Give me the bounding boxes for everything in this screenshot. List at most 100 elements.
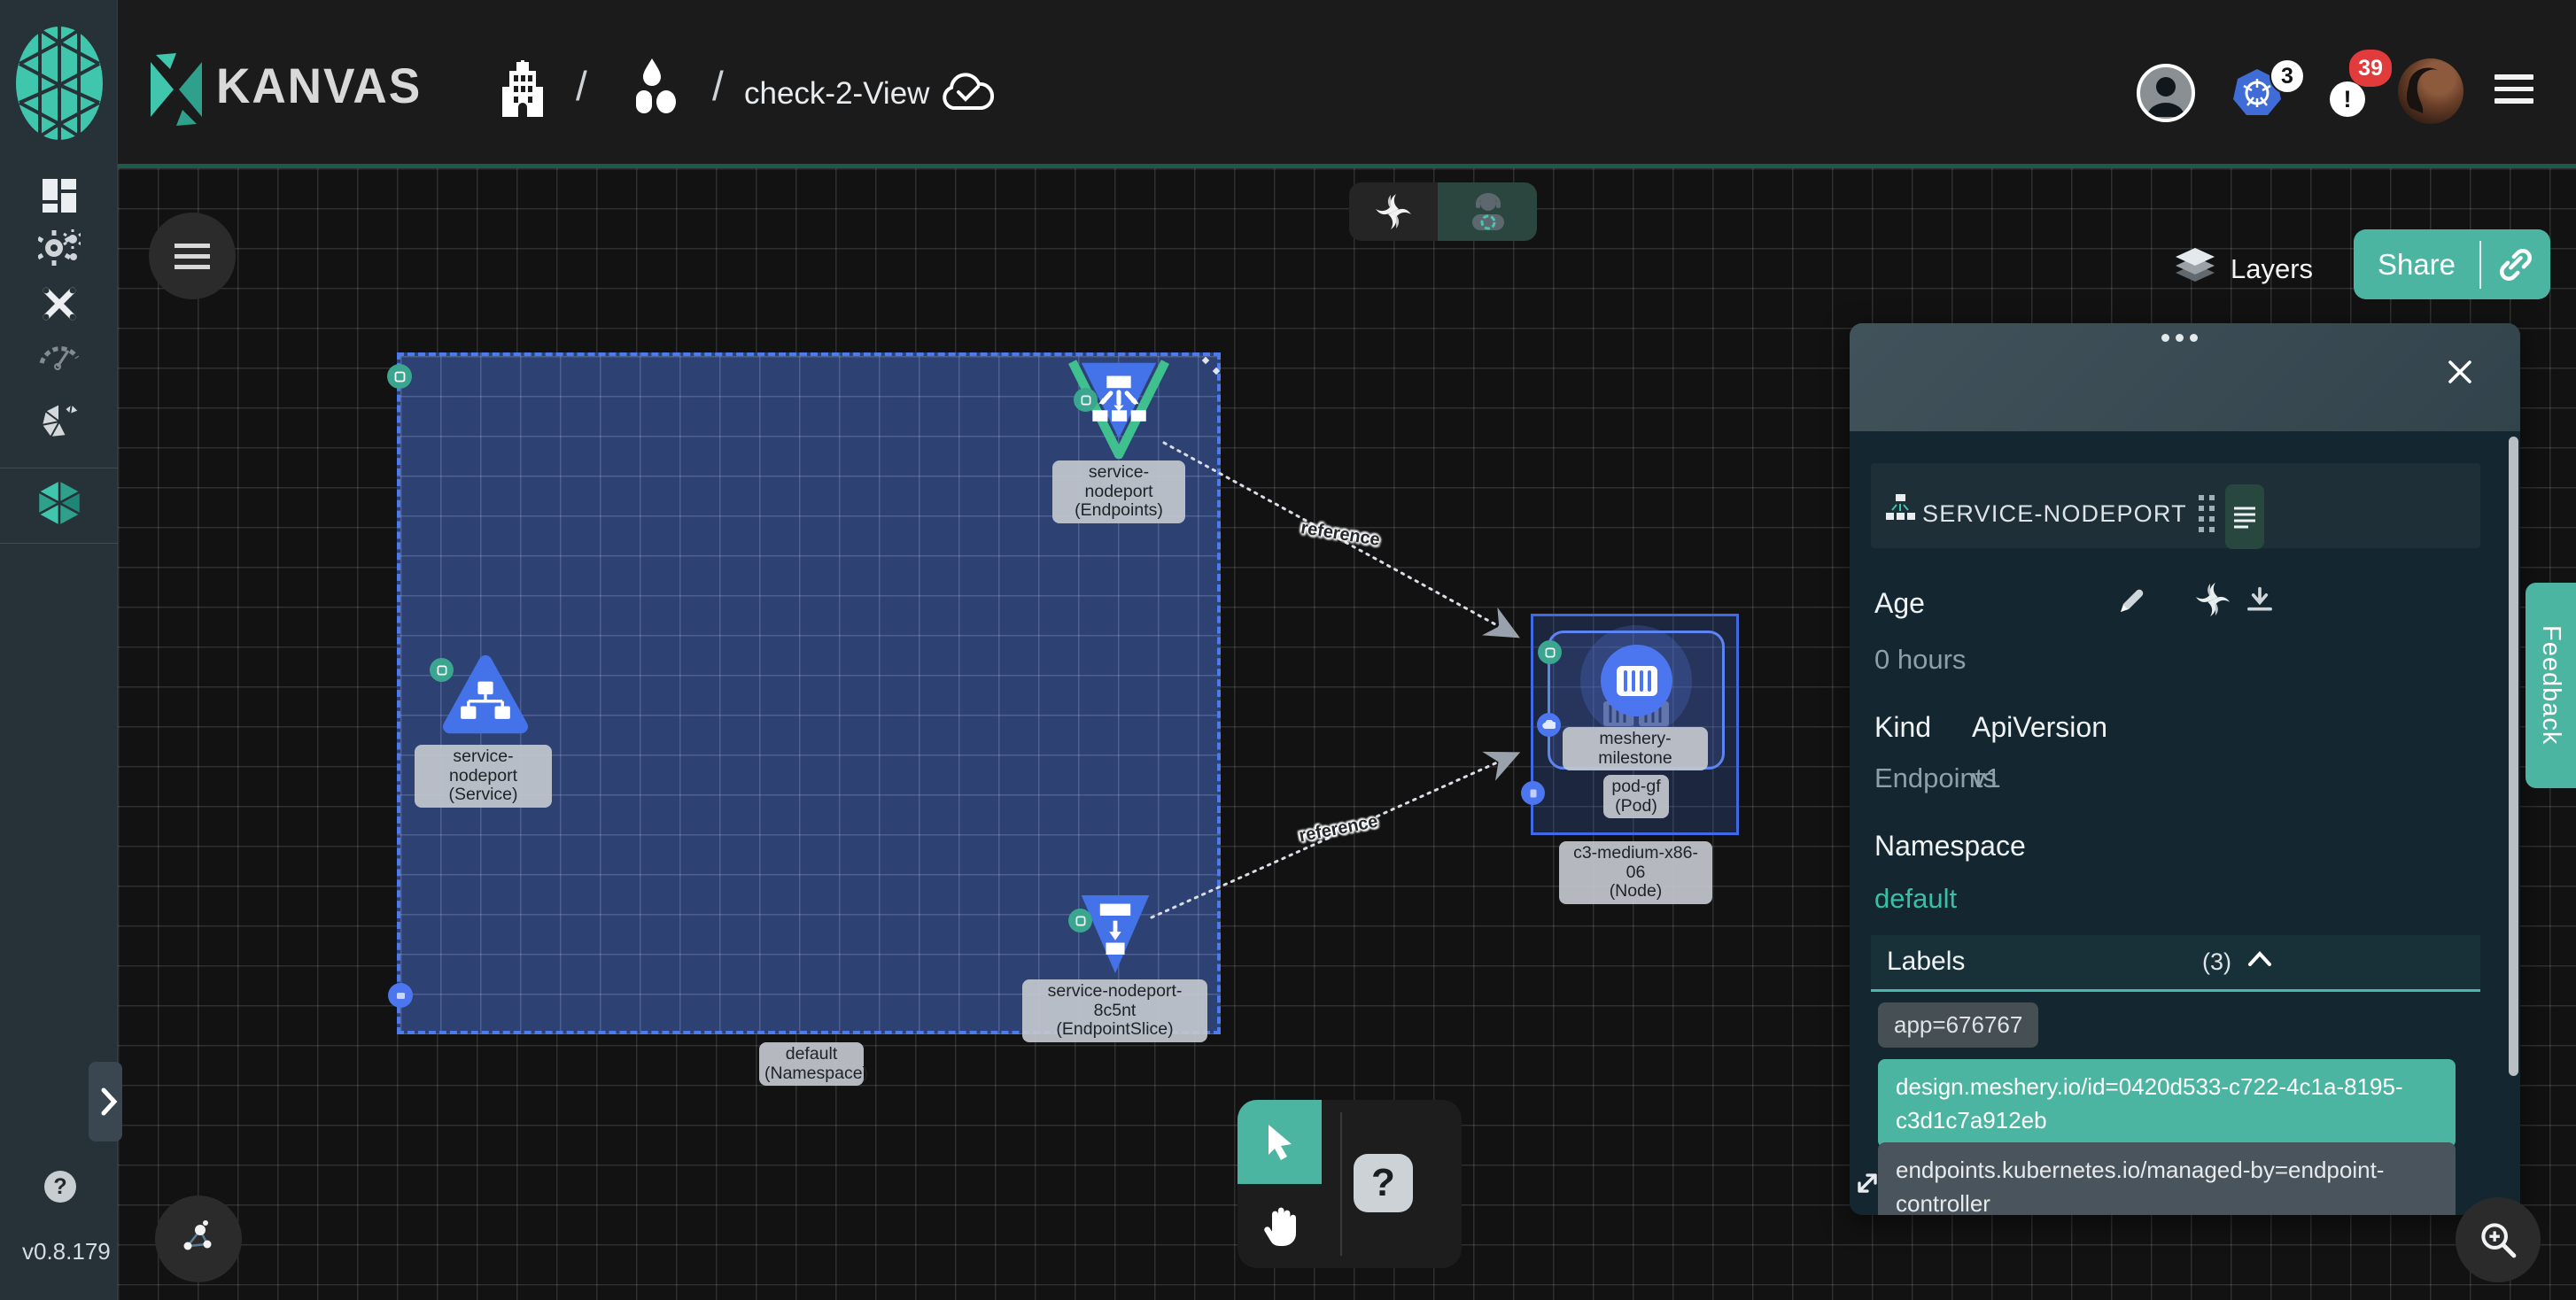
share-button-group: Share <box>2354 229 2550 299</box>
link-icon <box>2499 248 2533 282</box>
sidebar-item-toolkit[interactable] <box>0 283 118 324</box>
node-kind: (Node) <box>1564 882 1707 901</box>
labels-label: Labels <box>1887 947 1965 977</box>
sidebar-item-kanvas[interactable] <box>0 478 118 528</box>
kanvas-logo-text[interactable]: KANVAS <box>216 57 422 114</box>
container-icon <box>1616 665 1658 697</box>
panel-close-button[interactable] <box>2445 357 2475 391</box>
label-chip[interactable]: design.meshery.io/id=0420d533-c722-4c1a-… <box>1878 1059 2456 1148</box>
version-label: v0.8.179 <box>22 1238 111 1265</box>
feedback-label: Feedback <box>2536 625 2565 745</box>
node-handle-badge[interactable] <box>1521 781 1545 805</box>
notifications-button[interactable]: ! <box>2330 81 2365 117</box>
endpointslice-node[interactable] <box>1077 891 1153 978</box>
canvas-top-toolbar <box>1349 182 1537 241</box>
apiversion-value: v1 <box>1972 762 2001 794</box>
node-name: service-nodeport <box>420 747 547 785</box>
node-kind: (Pod) <box>1609 797 1664 816</box>
sidebar-item-meshery[interactable] <box>0 399 118 445</box>
feedback-tab[interactable]: Feedback <box>2526 583 2576 788</box>
layout-graph-button[interactable] <box>155 1196 242 1282</box>
label-chip[interactable]: endpoints.kubernetes.io/managed-by=endpo… <box>1878 1142 2456 1215</box>
breadcrumb-separator: / <box>712 62 724 110</box>
service-node[interactable] <box>443 652 528 740</box>
list-view-icon <box>2233 506 2256 529</box>
notification-count-badge: 39 <box>2349 50 2392 87</box>
namespace-handle-badge[interactable] <box>388 983 413 1008</box>
labels-count: (3) <box>2202 948 2231 976</box>
copy-link-button[interactable] <box>2481 248 2550 282</box>
k8s-context-count-badge: 3 <box>2270 58 2305 94</box>
swirl-icon <box>1373 191 1414 232</box>
shapes-icon[interactable] <box>631 58 680 113</box>
help-button[interactable]: ? <box>44 1171 76 1203</box>
sidebar-expand-button[interactable] <box>89 1062 122 1141</box>
kanvas-logo-icon[interactable] <box>149 51 204 128</box>
collaborator-presence-button[interactable] <box>1438 182 1537 241</box>
pan-tool-button[interactable] <box>1238 1184 1322 1268</box>
node-kind: (Service) <box>420 785 547 805</box>
container-node[interactable] <box>1601 645 1672 716</box>
panel-resize-handle[interactable] <box>1851 1167 1883 1199</box>
edit-pencil-icon[interactable] <box>2115 585 2147 617</box>
endpointslice-node-label: service-nodeport-8c5nt (EndpointSlice) <box>1022 979 1207 1042</box>
kanvas-hexagon-icon <box>35 478 83 528</box>
breadcrumb-separator: / <box>576 62 587 110</box>
endpoints-node-label: service-nodeport (Endpoints) <box>1052 460 1185 523</box>
node-name: service-nodeport-8c5nt <box>1028 982 1202 1020</box>
kanvas-app: ? v0.8.179 KANVAS / / check-2-View <box>0 0 2576 1300</box>
service-source-badge[interactable] <box>430 658 454 682</box>
endpoints-source-badge[interactable] <box>1074 388 1098 412</box>
panel-drag-handle[interactable] <box>2161 334 2198 342</box>
hamburger-icon <box>175 237 210 275</box>
detailed-view-toggle[interactable] <box>2225 484 2264 549</box>
meshsync-snapshot-button[interactable] <box>1349 182 1438 241</box>
pod-cloud-badge[interactable] <box>1537 713 1561 737</box>
layer5-logo-icon[interactable] <box>12 21 106 145</box>
zoom-button[interactable] <box>2456 1197 2541 1282</box>
organization-icon[interactable] <box>499 60 547 117</box>
namespace-value[interactable]: default <box>1874 883 1957 915</box>
chevron-up-icon[interactable] <box>2246 950 2273 968</box>
pod-source-badge[interactable] <box>1538 640 1562 664</box>
age-label: Age <box>1874 587 1925 620</box>
sidebar-divider <box>0 543 118 544</box>
container-label: meshery-milestone <box>1563 727 1708 770</box>
swirl-icon[interactable] <box>2193 580 2232 619</box>
node-name: service-nodeport <box>1058 463 1180 501</box>
panel-resource-title: SERVICE-NODEPORT <box>1922 500 2187 528</box>
namespace-source-badge[interactable] <box>387 364 412 389</box>
endpointslice-source-badge[interactable] <box>1068 909 1092 932</box>
share-button[interactable]: Share <box>2354 248 2479 282</box>
user-profile-avatar[interactable] <box>2398 58 2463 124</box>
sidebar-item-dashboard[interactable] <box>0 177 118 214</box>
canvas-help-button[interactable]: ? <box>1354 1154 1413 1212</box>
gauge-icon <box>38 340 81 370</box>
age-value: 0 hours <box>1874 644 1966 676</box>
gears-icon <box>38 228 81 267</box>
label-chip[interactable]: app=676767 <box>1878 1002 2038 1048</box>
select-tool-button[interactable] <box>1238 1100 1322 1184</box>
node-kind: (Namespace) <box>764 1064 858 1084</box>
sidebar-item-performance[interactable] <box>0 340 118 370</box>
cursor-tool-palette: ? <box>1238 1100 1462 1268</box>
canvas-menu-button[interactable] <box>149 213 236 299</box>
download-icon[interactable] <box>2245 585 2275 615</box>
node-label: c3-medium-x86-06 (Node) <box>1559 841 1712 904</box>
apiversion-label: ApiVersion <box>1972 711 2107 744</box>
node-name: default <box>764 1045 858 1064</box>
sidebar-item-settings[interactable] <box>0 228 118 267</box>
cloud-saved-icon[interactable] <box>939 69 996 113</box>
node-name: pod-gf <box>1609 778 1664 797</box>
node-kind: (EndpointSlice) <box>1028 1020 1202 1040</box>
breadcrumb-view-title[interactable]: check-2-View <box>744 76 929 112</box>
panel-scrollbar[interactable] <box>2509 437 2518 1076</box>
compact-view-toggle[interactable] <box>2199 495 2215 532</box>
endpoints-mini-icon <box>1885 493 1915 522</box>
details-panel: SERVICE-NODEPORT Age 0 hours Kind ApiVer… <box>1850 323 2520 1215</box>
layers-button[interactable]: Layers <box>2231 253 2313 285</box>
header-menu-button[interactable] <box>2495 74 2533 104</box>
anonymous-avatar-icon[interactable] <box>2137 64 2195 122</box>
meshery-icon <box>36 399 82 445</box>
layers-icon[interactable] <box>2174 246 2216 285</box>
